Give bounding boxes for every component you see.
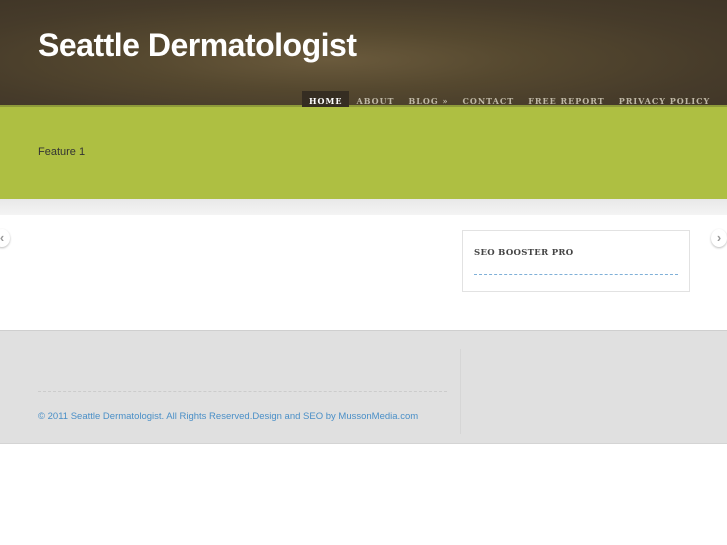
widget-title: SEO BOOSTER PRO [474,248,574,258]
widget-divider [474,274,678,275]
feature-banner: Feature 1 [0,107,727,199]
footer-dashed-line [38,391,447,392]
prev-arrow-icon[interactable]: ‹ [0,229,10,247]
site-header: Seattle Dermatologist HOME ABOUT BLOG » … [0,0,727,113]
sidebar-widget: SEO BOOSTER PRO [462,230,690,292]
copyright-text[interactable]: © 2011 Seattle Dermatologist. All Rights… [38,411,418,422]
feature-title: Feature 1 [38,146,86,158]
site-title[interactable]: Seattle Dermatologist [38,27,357,64]
footer: © 2011 Seattle Dermatologist. All Rights… [0,330,727,444]
next-arrow-icon[interactable]: › [711,229,727,247]
divider-band [0,199,727,215]
footer-divider [460,349,461,434]
